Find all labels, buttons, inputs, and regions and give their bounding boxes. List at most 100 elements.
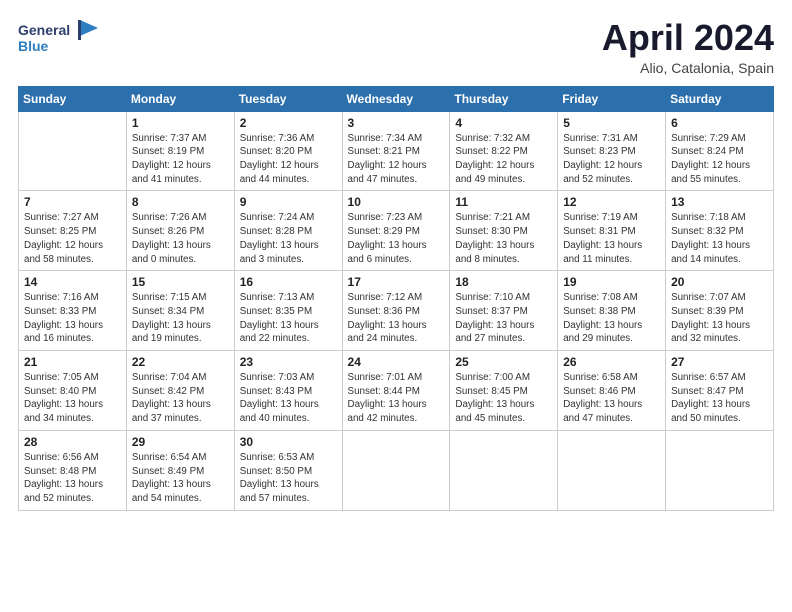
day-number: 4 xyxy=(455,116,552,130)
day-cell: 21 Sunrise: 7:05 AMSunset: 8:40 PMDayligh… xyxy=(19,351,127,431)
day-cell: 8Sunrise: 7:26 AMSunset: 8:26 PMDaylight… xyxy=(126,191,234,271)
weekday-header-saturday: Saturday xyxy=(666,86,774,111)
header: General Blue April 2024 Alio, Catalonia,… xyxy=(18,18,774,76)
day-info: Sunrise: 7:37 AMSunset: 8:19 PMDaylight:… xyxy=(132,132,229,187)
day-number: 13 xyxy=(671,195,768,209)
week-row-4: 21 Sunrise: 7:05 AMSunset: 8:40 PMDayligh… xyxy=(19,351,774,431)
day-number: 8 xyxy=(132,195,229,209)
title-block: April 2024 Alio, Catalonia, Spain xyxy=(602,18,774,76)
weekday-header-sunday: Sunday xyxy=(19,86,127,111)
day-cell: 22Sunrise: 7:04 AMSunset: 8:42 PMDayligh… xyxy=(126,351,234,431)
day-cell: 19Sunrise: 7:08 AMSunset: 8:38 PMDayligh… xyxy=(558,271,666,351)
day-cell xyxy=(558,430,666,510)
week-row-1: 1 Sunrise: 7:37 AMSunset: 8:19 PMDaylight… xyxy=(19,111,774,191)
day-number: 17 xyxy=(348,275,445,289)
day-number: 21 xyxy=(24,355,121,369)
day-info: Sunrise: 6:53 AMSunset: 8:50 PMDaylight:… xyxy=(240,451,337,506)
day-cell: 14 Sunrise: 7:16 AMSunset: 8:33 PMDayligh… xyxy=(19,271,127,351)
day-number: 3 xyxy=(348,116,445,130)
day-cell: 10Sunrise: 7:23 AMSunset: 8:29 PMDayligh… xyxy=(342,191,450,271)
day-number: 25 xyxy=(455,355,552,369)
logo-block: General Blue xyxy=(18,18,108,63)
day-cell xyxy=(342,430,450,510)
day-info: Sunrise: 7:21 AMSunset: 8:30 PMDaylight:… xyxy=(455,211,552,266)
day-number: 9 xyxy=(240,195,337,209)
day-cell: 13 Sunrise: 7:18 AMSunset: 8:32 PMDayligh… xyxy=(666,191,774,271)
weekday-header-tuesday: Tuesday xyxy=(234,86,342,111)
day-cell: 11 Sunrise: 7:21 AMSunset: 8:30 PMDayligh… xyxy=(450,191,558,271)
day-number: 14 xyxy=(24,275,121,289)
day-number: 5 xyxy=(563,116,660,130)
svg-text:General: General xyxy=(18,22,70,38)
day-cell: 27 Sunrise: 6:57 AMSunset: 8:47 PMDayligh… xyxy=(666,351,774,431)
day-cell: 17Sunrise: 7:12 AMSunset: 8:36 PMDayligh… xyxy=(342,271,450,351)
day-cell: 24 Sunrise: 7:01 AMSunset: 8:44 PMDayligh… xyxy=(342,351,450,431)
day-info: Sunrise: 7:27 AMSunset: 8:25 PMDaylight:… xyxy=(24,211,121,266)
day-cell: 23Sunrise: 7:03 AMSunset: 8:43 PMDayligh… xyxy=(234,351,342,431)
week-row-5: 28 Sunrise: 6:56 AMSunset: 8:48 PMDayligh… xyxy=(19,430,774,510)
day-cell: 30 Sunrise: 6:53 AMSunset: 8:50 PMDayligh… xyxy=(234,430,342,510)
day-number: 1 xyxy=(132,116,229,130)
day-cell: 4 Sunrise: 7:32 AMSunset: 8:22 PMDaylight… xyxy=(450,111,558,191)
day-info: Sunrise: 7:23 AMSunset: 8:29 PMDaylight:… xyxy=(348,211,445,266)
day-cell xyxy=(666,430,774,510)
day-number: 18 xyxy=(455,275,552,289)
day-info: Sunrise: 6:57 AMSunset: 8:47 PMDaylight:… xyxy=(671,371,768,426)
day-info: Sunrise: 7:07 AMSunset: 8:39 PMDaylight:… xyxy=(671,291,768,346)
day-cell: 15Sunrise: 7:15 AMSunset: 8:34 PMDayligh… xyxy=(126,271,234,351)
day-number: 11 xyxy=(455,195,552,209)
day-info: Sunrise: 7:08 AMSunset: 8:38 PMDaylight:… xyxy=(563,291,660,346)
day-cell: 16 Sunrise: 7:13 AMSunset: 8:35 PMDayligh… xyxy=(234,271,342,351)
day-info: Sunrise: 7:19 AMSunset: 8:31 PMDaylight:… xyxy=(563,211,660,266)
day-number: 27 xyxy=(671,355,768,369)
day-info: Sunrise: 7:32 AMSunset: 8:22 PMDaylight:… xyxy=(455,132,552,187)
svg-text:Blue: Blue xyxy=(18,38,49,54)
day-info: Sunrise: 7:16 AMSunset: 8:33 PMDaylight:… xyxy=(24,291,121,346)
week-row-3: 14 Sunrise: 7:16 AMSunset: 8:33 PMDayligh… xyxy=(19,271,774,351)
day-cell: 1 Sunrise: 7:37 AMSunset: 8:19 PMDaylight… xyxy=(126,111,234,191)
day-info: Sunrise: 7:18 AMSunset: 8:32 PMDaylight:… xyxy=(671,211,768,266)
day-cell xyxy=(450,430,558,510)
week-row-2: 7 Sunrise: 7:27 AMSunset: 8:25 PMDaylight… xyxy=(19,191,774,271)
location: Alio, Catalonia, Spain xyxy=(602,60,774,76)
logo: General Blue xyxy=(18,18,108,63)
day-info: Sunrise: 7:05 AMSunset: 8:40 PMDaylight:… xyxy=(24,371,121,426)
day-number: 23 xyxy=(240,355,337,369)
day-cell: 2Sunrise: 7:36 AMSunset: 8:20 PMDaylight… xyxy=(234,111,342,191)
day-cell: 7 Sunrise: 7:27 AMSunset: 8:25 PMDaylight… xyxy=(19,191,127,271)
day-info: Sunrise: 7:34 AMSunset: 8:21 PMDaylight:… xyxy=(348,132,445,187)
day-cell: 25 Sunrise: 7:00 AMSunset: 8:45 PMDayligh… xyxy=(450,351,558,431)
day-info: Sunrise: 7:24 AMSunset: 8:28 PMDaylight:… xyxy=(240,211,337,266)
day-number: 30 xyxy=(240,435,337,449)
day-number: 28 xyxy=(24,435,121,449)
day-info: Sunrise: 7:31 AMSunset: 8:23 PMDaylight:… xyxy=(563,132,660,187)
calendar-table: SundayMondayTuesdayWednesdayThursdayFrid… xyxy=(18,86,774,511)
weekday-header-row: SundayMondayTuesdayWednesdayThursdayFrid… xyxy=(19,86,774,111)
day-cell: 29 Sunrise: 6:54 AMSunset: 8:49 PMDayligh… xyxy=(126,430,234,510)
day-number: 12 xyxy=(563,195,660,209)
day-info: Sunrise: 7:29 AMSunset: 8:24 PMDaylight:… xyxy=(671,132,768,187)
weekday-header-friday: Friday xyxy=(558,86,666,111)
day-info: Sunrise: 6:58 AMSunset: 8:46 PMDaylight:… xyxy=(563,371,660,426)
day-info: Sunrise: 6:56 AMSunset: 8:48 PMDaylight:… xyxy=(24,451,121,506)
day-info: Sunrise: 7:00 AMSunset: 8:45 PMDaylight:… xyxy=(455,371,552,426)
day-number: 20 xyxy=(671,275,768,289)
day-number: 7 xyxy=(24,195,121,209)
day-number: 29 xyxy=(132,435,229,449)
day-cell: 12 Sunrise: 7:19 AMSunset: 8:31 PMDayligh… xyxy=(558,191,666,271)
day-info: Sunrise: 7:13 AMSunset: 8:35 PMDaylight:… xyxy=(240,291,337,346)
day-number: 26 xyxy=(563,355,660,369)
day-cell: 18 Sunrise: 7:10 AMSunset: 8:37 PMDayligh… xyxy=(450,271,558,351)
day-info: Sunrise: 6:54 AMSunset: 8:49 PMDaylight:… xyxy=(132,451,229,506)
day-info: Sunrise: 7:15 AMSunset: 8:34 PMDaylight:… xyxy=(132,291,229,346)
day-info: Sunrise: 7:04 AMSunset: 8:42 PMDaylight:… xyxy=(132,371,229,426)
logo-svg: General Blue xyxy=(18,18,108,58)
day-info: Sunrise: 7:01 AMSunset: 8:44 PMDaylight:… xyxy=(348,371,445,426)
day-cell: 5 Sunrise: 7:31 AMSunset: 8:23 PMDaylight… xyxy=(558,111,666,191)
weekday-header-thursday: Thursday xyxy=(450,86,558,111)
day-number: 16 xyxy=(240,275,337,289)
day-number: 6 xyxy=(671,116,768,130)
day-info: Sunrise: 7:10 AMSunset: 8:37 PMDaylight:… xyxy=(455,291,552,346)
day-number: 24 xyxy=(348,355,445,369)
day-cell xyxy=(19,111,127,191)
